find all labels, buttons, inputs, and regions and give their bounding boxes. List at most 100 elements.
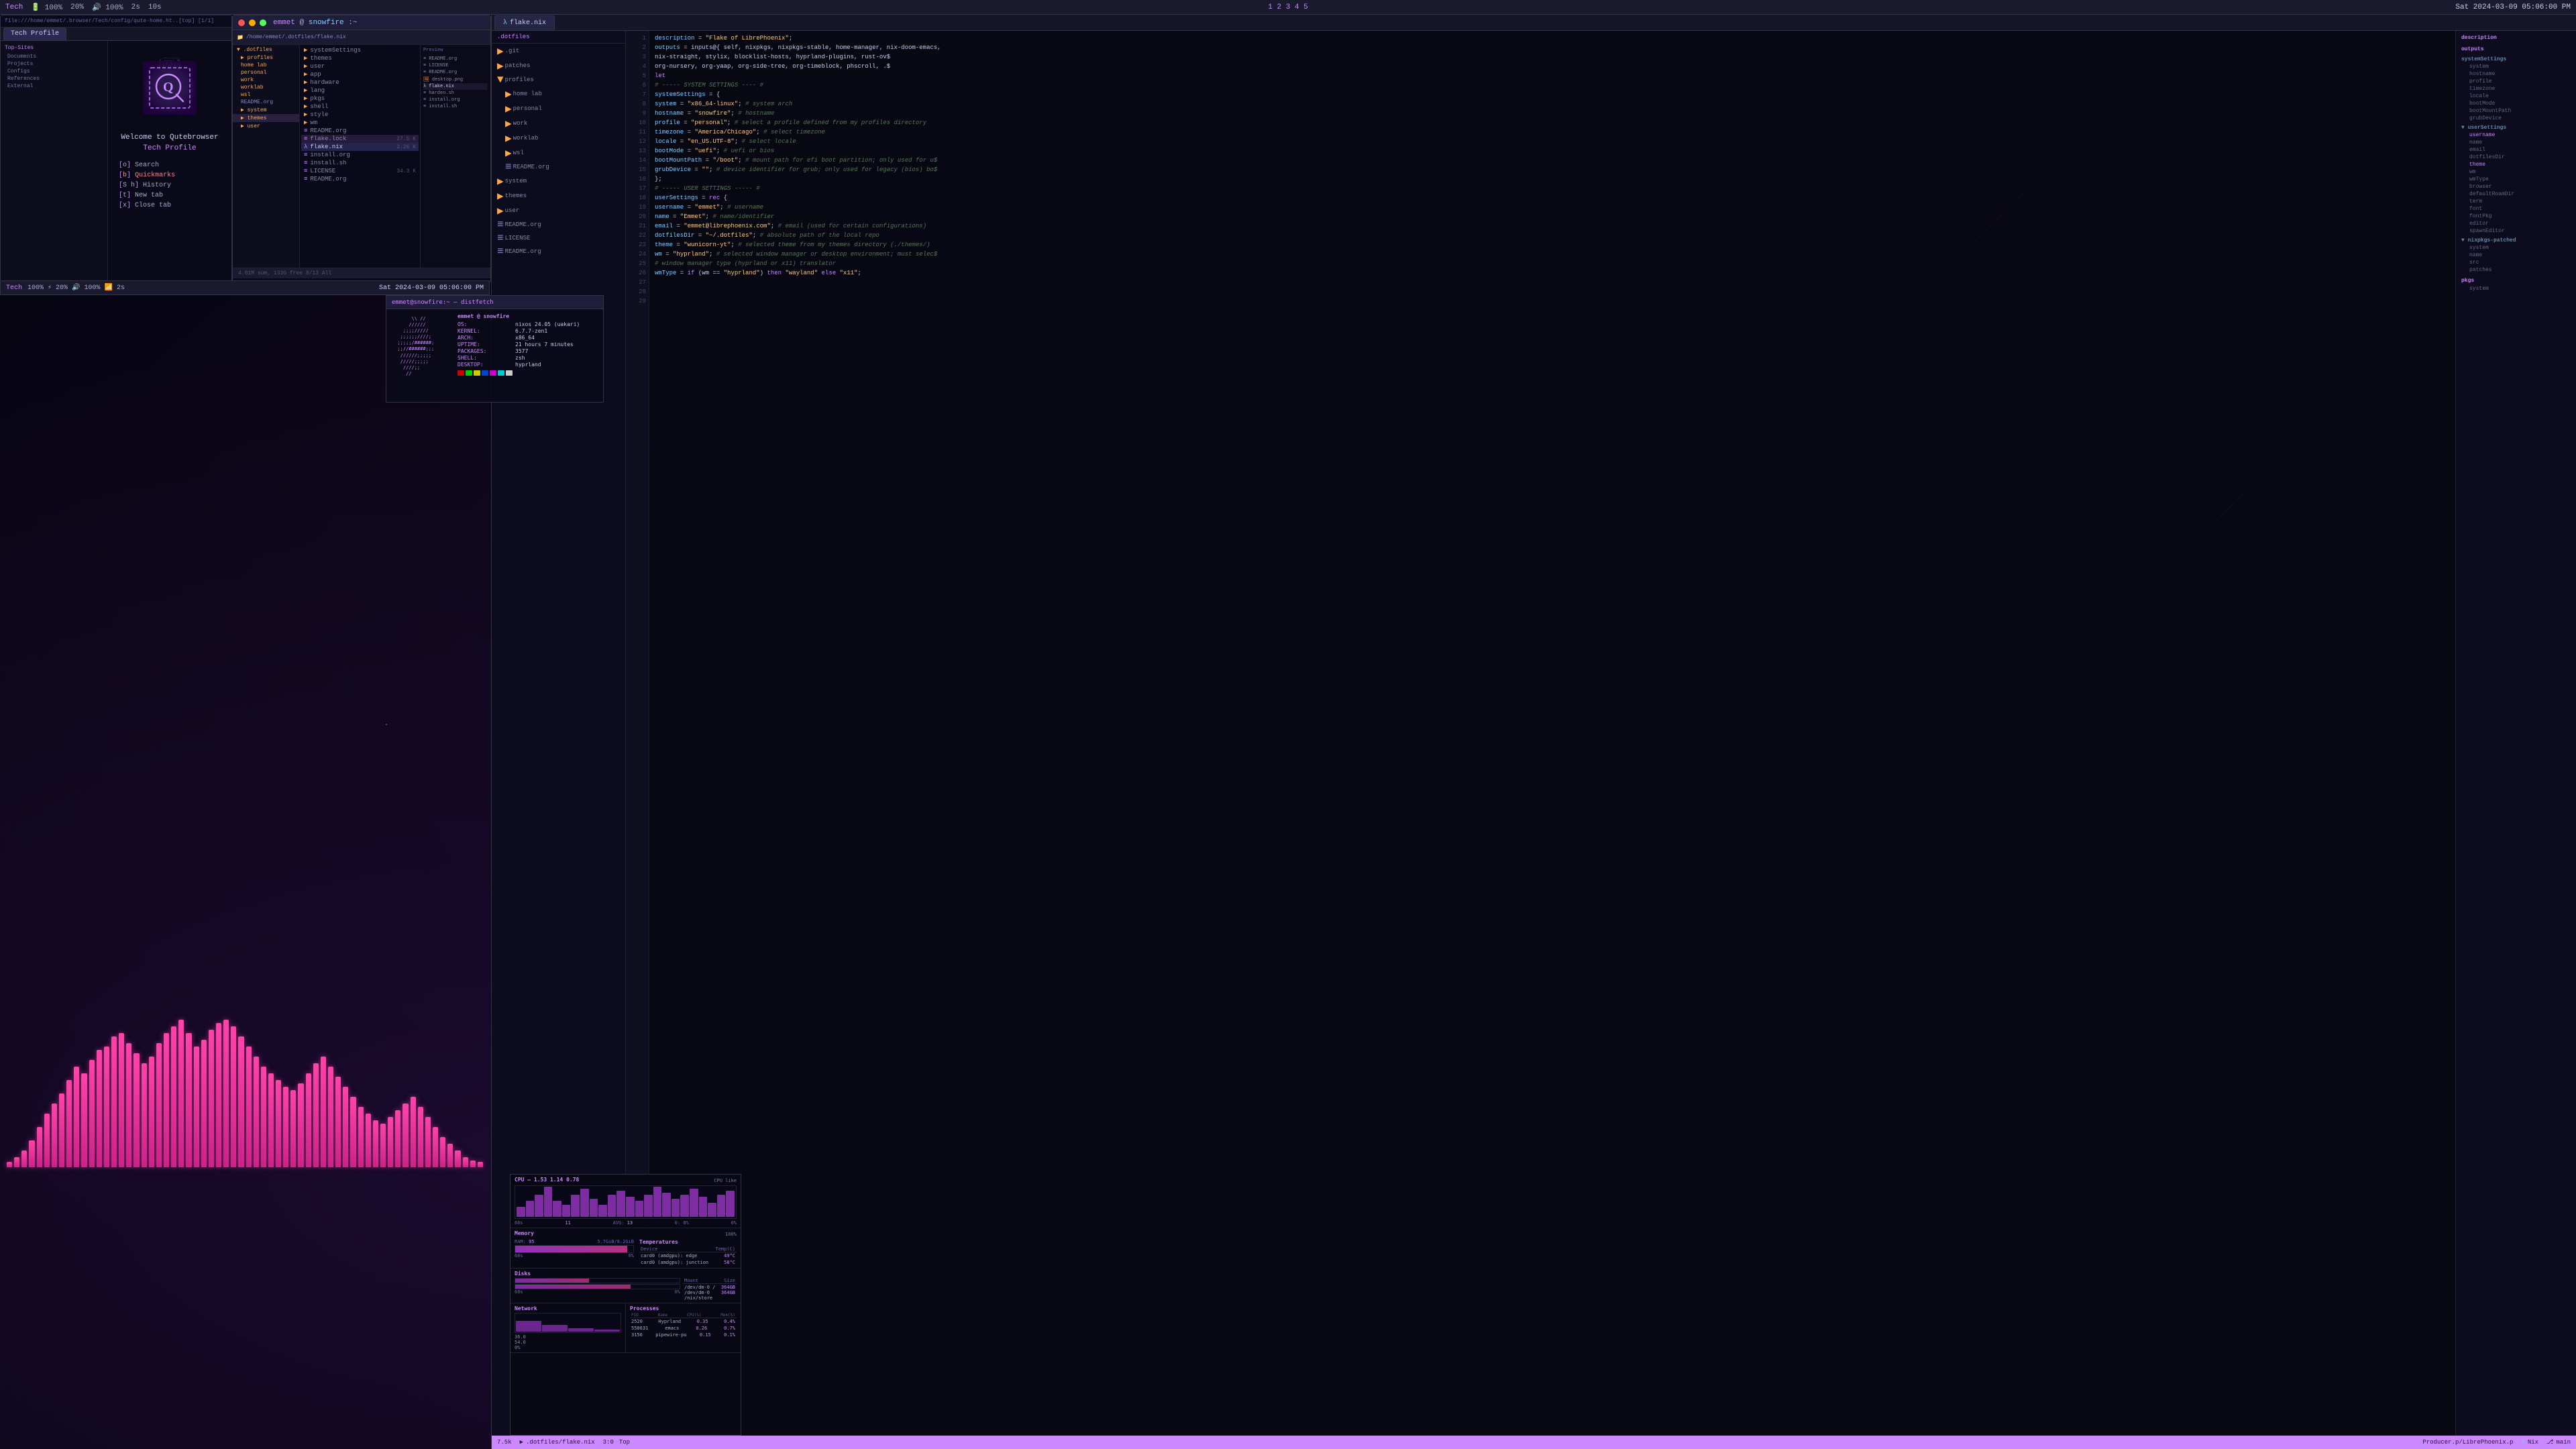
- file-row-systemsettings[interactable]: ▶ systemSettings: [301, 46, 419, 54]
- fm-addressbar[interactable]: 📁 /home/emmet/.dotfiles/flake.nix: [233, 30, 490, 45]
- outline-wm[interactable]: wm: [2456, 168, 2576, 176]
- tree-item-themes[interactable]: ▶ themes: [233, 114, 299, 122]
- menu-closetab[interactable]: [x] Close tab: [116, 201, 223, 211]
- bookmark-refs[interactable]: References: [5, 75, 103, 83]
- tree-item-homelab[interactable]: home lab: [233, 62, 299, 69]
- outline-np-system[interactable]: system: [2456, 244, 2576, 252]
- bookmark-projects[interactable]: Projects: [5, 60, 103, 68]
- outline-name[interactable]: name: [2456, 139, 2576, 146]
- outline-theme[interactable]: theme: [2456, 161, 2576, 168]
- file-row-style[interactable]: ▶ style: [301, 111, 419, 119]
- file-row-pkgs[interactable]: ▶ pkgs: [301, 95, 419, 103]
- outline-bootmountpath[interactable]: bootMountPath: [2456, 107, 2576, 115]
- tree-item-user[interactable]: ▶ user: [233, 122, 299, 130]
- outline-locale[interactable]: locale: [2456, 93, 2576, 100]
- outline-fontpkg[interactable]: fontPkg: [2456, 213, 2576, 220]
- outline-editor[interactable]: editor: [2456, 220, 2576, 227]
- tree-patches[interactable]: ▶ patches: [492, 58, 625, 73]
- cpu-bar: [580, 1189, 589, 1217]
- outline-spawneditor[interactable]: spawnEditor: [2456, 227, 2576, 235]
- tree-profiles[interactable]: ▼ profiles: [492, 73, 625, 87]
- tree-item-readme[interactable]: README.org: [233, 99, 299, 106]
- tree-themes[interactable]: ▶ themes: [492, 189, 625, 203]
- preview-name: harden.sh: [429, 91, 454, 96]
- tree-item-personal[interactable]: personal: [233, 69, 299, 76]
- close-btn[interactable]: [238, 19, 245, 26]
- outline-font[interactable]: font: [2456, 205, 2576, 213]
- color-block-1: [458, 370, 464, 376]
- menu-quickmarks[interactable]: [b] Quickmarks: [116, 170, 223, 180]
- outline-pkgs-system[interactable]: system: [2456, 285, 2576, 292]
- tree-readme-profile[interactable]: ≡ README.org: [492, 160, 625, 174]
- file-row-shell[interactable]: ▶ shell: [301, 103, 419, 111]
- outline-wmtype[interactable]: wmType: [2456, 176, 2576, 183]
- tree-worklab[interactable]: ▶ worklab: [492, 131, 625, 146]
- editor-tabbar: λ flake.nix: [492, 15, 2576, 31]
- file-row-readmeorg[interactable]: ≡ README.org: [301, 127, 419, 135]
- outline-profile[interactable]: profile: [2456, 78, 2576, 85]
- outline-username[interactable]: username: [2456, 131, 2576, 139]
- file-row-flake-lock[interactable]: ≡ flake.lock 27.5 K: [301, 135, 419, 143]
- menu-search[interactable]: [o] Search: [116, 160, 223, 170]
- tree-readme-root[interactable]: ≡ README.org: [492, 218, 625, 231]
- file-row-themes[interactable]: ▶ themes: [301, 54, 419, 62]
- folder-icon: ▶: [505, 87, 512, 101]
- tree-item-wsl[interactable]: wsl: [233, 91, 299, 99]
- code-area[interactable]: description = "Flake of LibrePhoenix"; o…: [649, 31, 2455, 1436]
- tree-item-system[interactable]: ▶ system: [233, 106, 299, 114]
- menu-newtab[interactable]: [t] New tab: [116, 191, 223, 201]
- temp-header-row: Device Temp(C): [639, 1246, 737, 1252]
- file-name: app: [310, 71, 416, 78]
- file-row-app[interactable]: ▶ app: [301, 70, 419, 78]
- file-row-install-org[interactable]: ≡ install.org: [301, 151, 419, 159]
- tree-item-profiles[interactable]: ▶ profiles: [233, 54, 299, 62]
- file-row-license[interactable]: ≡ LICENSE 34.3 K: [301, 167, 419, 175]
- file-row-install-sh[interactable]: ≡ install.sh: [301, 159, 419, 167]
- file-row-hardware[interactable]: ▶ hardware: [301, 78, 419, 87]
- bookmark-external[interactable]: External: [5, 83, 103, 90]
- line-number: 21: [626, 221, 646, 231]
- tree-readme3[interactable]: ≡ README.org: [492, 245, 625, 258]
- viz-bar: [231, 1026, 236, 1167]
- tree-personal[interactable]: ▶ personal: [492, 101, 625, 116]
- file-row-wm[interactable]: ▶ wm: [301, 119, 419, 127]
- menu-history[interactable]: [S h] History: [116, 180, 223, 191]
- editor-tab-flake[interactable]: λ flake.nix: [494, 15, 555, 30]
- outline-hostname[interactable]: hostname: [2456, 70, 2576, 78]
- file-row-user[interactable]: ▶ user: [301, 62, 419, 70]
- file-row-readme2[interactable]: ≡ README.org: [301, 175, 419, 183]
- outline-browser[interactable]: browser: [2456, 183, 2576, 191]
- tree-item-dotfiles[interactable]: ▼ .dotfiles: [233, 46, 299, 54]
- bookmark-docs[interactable]: Documents: [5, 53, 103, 60]
- bookmark-configs[interactable]: Configs: [5, 68, 103, 75]
- active-tab[interactable]: Tech Profile: [3, 28, 66, 41]
- tree-work[interactable]: ▶ work: [492, 116, 625, 131]
- tree-git[interactable]: ▶ .git: [492, 44, 625, 58]
- outline-grubdevice[interactable]: grubDevice: [2456, 115, 2576, 122]
- tree-homelab[interactable]: ▶ home lab: [492, 87, 625, 101]
- tree-user[interactable]: ▶ user: [492, 203, 625, 218]
- tree-item-work[interactable]: work: [233, 76, 299, 84]
- outline-term[interactable]: term: [2456, 198, 2576, 205]
- outline-email[interactable]: email: [2456, 146, 2576, 154]
- outline-np-src[interactable]: src: [2456, 259, 2576, 266]
- path-icon: 📁: [237, 34, 244, 41]
- min-btn[interactable]: [249, 19, 256, 26]
- outline-np-patches[interactable]: patches: [2456, 266, 2576, 274]
- url-bar[interactable]: file:///home/emmet/.browser/Tech/config/…: [1, 15, 231, 28]
- outline-system[interactable]: system: [2456, 63, 2576, 70]
- outline-dotfilesdir[interactable]: dotfilesDir: [2456, 154, 2576, 161]
- outline-bootmode[interactable]: bootMode: [2456, 100, 2576, 107]
- outline-np-name[interactable]: name: [2456, 252, 2576, 259]
- tree-item-worklab[interactable]: worklab: [233, 84, 299, 91]
- code-line: let: [655, 71, 2450, 80]
- tree-license[interactable]: ≡ LICENSE: [492, 231, 625, 245]
- outline-timezone[interactable]: timezone: [2456, 85, 2576, 93]
- folder-icon: ▶: [497, 59, 504, 72]
- tree-system[interactable]: ▶ system: [492, 174, 625, 189]
- outline-defaultroamdir[interactable]: defaultRoamDir: [2456, 191, 2576, 198]
- file-row-flake-nix[interactable]: λ flake.nix 2.26 K: [301, 143, 419, 151]
- max-btn[interactable]: [260, 19, 266, 26]
- tree-wsl[interactable]: ▶ wsl: [492, 146, 625, 160]
- file-row-lang[interactable]: ▶ lang: [301, 87, 419, 95]
